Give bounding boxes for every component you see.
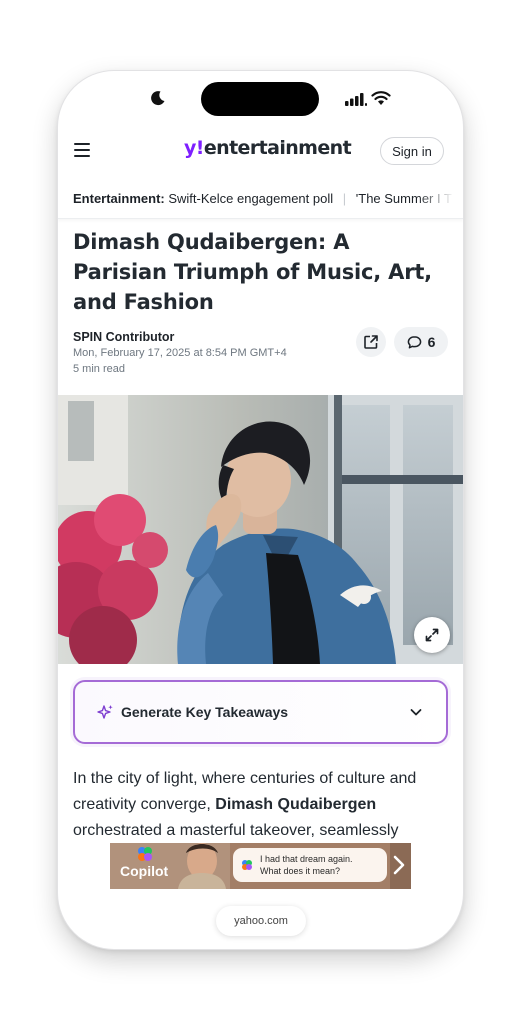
share-button[interactable] xyxy=(356,327,386,357)
trending-separator: | xyxy=(342,191,347,206)
top-nav: y!entertainment Sign in xyxy=(58,127,463,179)
browser-url-pill[interactable]: yahoo.com xyxy=(216,906,306,936)
trending-link-1[interactable]: Swift-Kelce engagement poll xyxy=(168,191,333,206)
article-hero-image[interactable] xyxy=(58,395,463,664)
trending-bar: Entertainment: Swift-Kelce engagement po… xyxy=(58,179,463,219)
dynamic-island xyxy=(201,82,319,116)
status-bar xyxy=(58,71,463,127)
body-text-bold-name[interactable]: Dimash Qudaibergen xyxy=(215,796,376,813)
article-body-paragraph: In the city of light, where centuries of… xyxy=(73,766,453,844)
trending-label: Entertainment: xyxy=(73,191,165,206)
ad-bubble-text: I had that dream again. What does it mea… xyxy=(260,854,353,876)
comments-button[interactable]: 6 xyxy=(394,327,448,357)
copilot-ad-banner[interactable]: Copilot I had that dream again. What doe… xyxy=(110,843,411,889)
hamburger-menu-icon[interactable] xyxy=(74,143,90,157)
share-icon xyxy=(364,335,378,349)
body-text-part2: orchestrated a masterful takeover, seaml… xyxy=(73,822,399,839)
trending-fade xyxy=(417,179,463,218)
logo-text: entertainment xyxy=(203,137,352,159)
article-read-time: 5 min read xyxy=(73,363,125,375)
logo-y: y! xyxy=(184,137,204,159)
key-takeaways-label: Generate Key Takeaways xyxy=(121,704,289,720)
copilot-logo-icon xyxy=(138,847,152,861)
yahoo-entertainment-logo[interactable]: y!entertainment xyxy=(184,137,352,159)
wifi-icon xyxy=(371,91,391,105)
ad-chat-bubble: I had that dream again. What does it mea… xyxy=(233,848,387,882)
cellular-signal-icon xyxy=(345,93,367,106)
article-date: Mon, February 17, 2025 at 8:54 PM GMT+4 xyxy=(73,347,287,359)
expand-image-button[interactable] xyxy=(414,617,450,653)
comment-icon xyxy=(407,335,421,348)
chevron-down-icon xyxy=(410,709,422,716)
chevron-right-icon xyxy=(393,855,405,875)
comment-count: 6 xyxy=(427,334,436,350)
expand-icon xyxy=(425,628,439,642)
article-headline: Dimash Qudaibergen: A Parisian Triumph o… xyxy=(73,230,432,314)
moon-icon xyxy=(151,91,165,106)
article-author[interactable]: SPIN Contributor xyxy=(73,330,174,344)
sign-in-button[interactable]: Sign in xyxy=(380,137,444,165)
generate-key-takeaways-button[interactable]: Generate Key Takeaways xyxy=(73,680,448,744)
sparkle-icon xyxy=(97,705,113,719)
copilot-bubble-icon xyxy=(242,860,252,870)
phone-frame: y!entertainment Sign in Entertainment: S… xyxy=(58,71,463,949)
ad-brand-name: Copilot xyxy=(120,863,169,879)
